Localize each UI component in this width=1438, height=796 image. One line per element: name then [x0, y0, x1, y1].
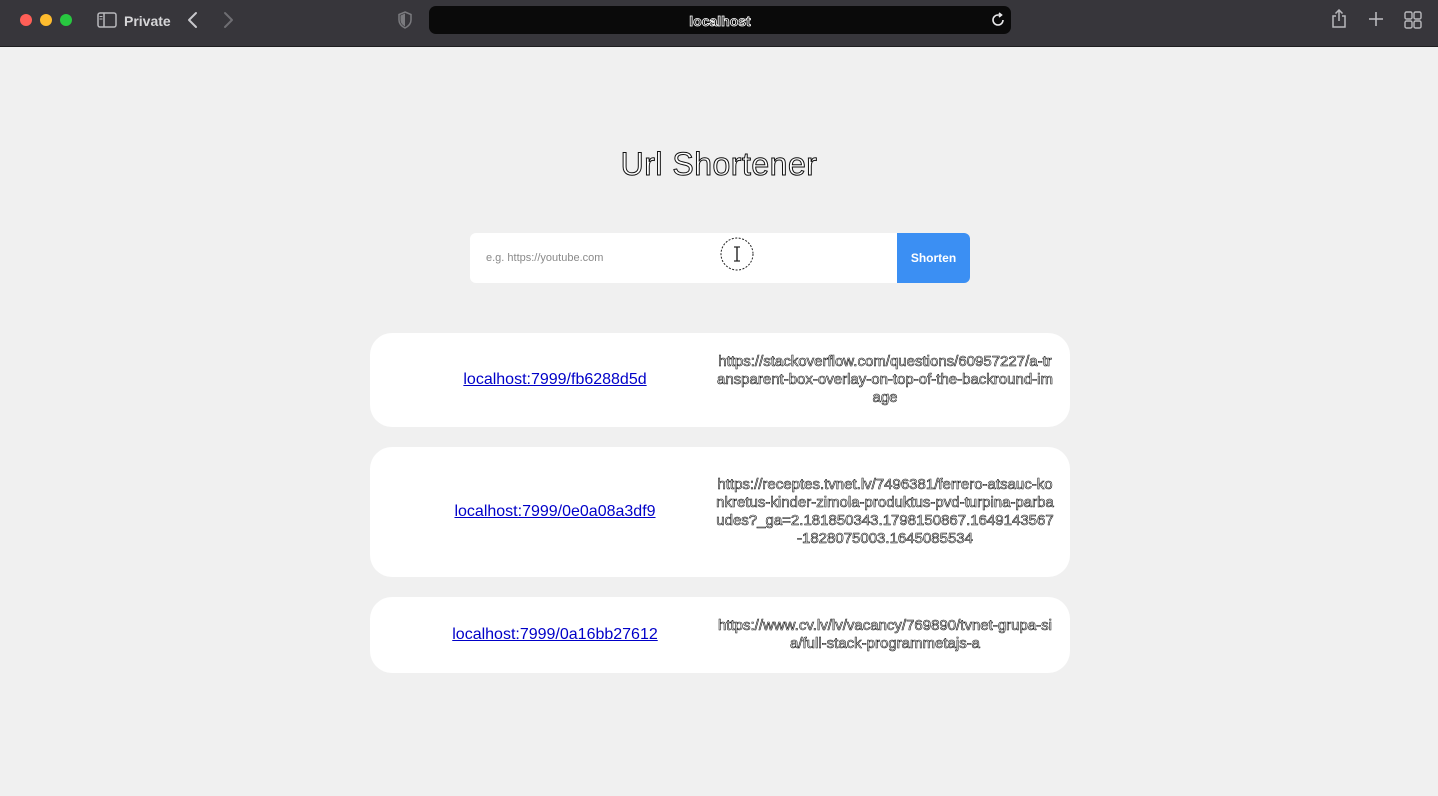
- shorten-button[interactable]: Shorten: [897, 233, 970, 283]
- zoom-window-button[interactable]: [60, 14, 72, 26]
- close-window-button[interactable]: [20, 14, 32, 26]
- page-title: Url Shortener: [620, 146, 818, 183]
- back-icon[interactable]: [185, 11, 201, 29]
- shield-icon[interactable]: [397, 11, 413, 29]
- original-url: https://stackoverflow.com/questions/6095…: [717, 353, 1054, 407]
- short-link[interactable]: localhost:7999/fb6288d5d: [370, 333, 740, 427]
- short-link[interactable]: localhost:7999/0e0a08a3df9: [370, 447, 740, 577]
- plus-icon[interactable]: [1367, 10, 1385, 28]
- forward-icon[interactable]: [220, 11, 236, 29]
- private-mode-label: Private: [124, 13, 171, 29]
- original-url: https://receptes.tvnet.lv/7496381/ferrer…: [716, 476, 1054, 548]
- address-bar[interactable]: localhost: [429, 6, 1011, 34]
- sidebar-icon[interactable]: [97, 12, 117, 28]
- tabs-overview-icon[interactable]: [1404, 11, 1422, 29]
- url-input[interactable]: [470, 233, 897, 283]
- reload-icon[interactable]: [990, 12, 1006, 28]
- text-cursor-icon: [720, 237, 754, 271]
- minimize-window-button[interactable]: [40, 14, 52, 26]
- original-url: https://www.cv.lv/lv/vacancy/769890/tvne…: [717, 617, 1053, 653]
- link-card: localhost:7999/fb6288d5d https://stackov…: [370, 333, 1070, 427]
- address-text: localhost: [689, 13, 751, 30]
- browser-toolbar: Private localhost: [0, 0, 1438, 47]
- link-card: localhost:7999/0a16bb27612 https://www.c…: [370, 597, 1070, 673]
- short-link[interactable]: localhost:7999/0a16bb27612: [370, 597, 740, 673]
- link-card: localhost:7999/0e0a08a3df9 https://recep…: [370, 447, 1070, 577]
- share-icon[interactable]: [1330, 9, 1348, 29]
